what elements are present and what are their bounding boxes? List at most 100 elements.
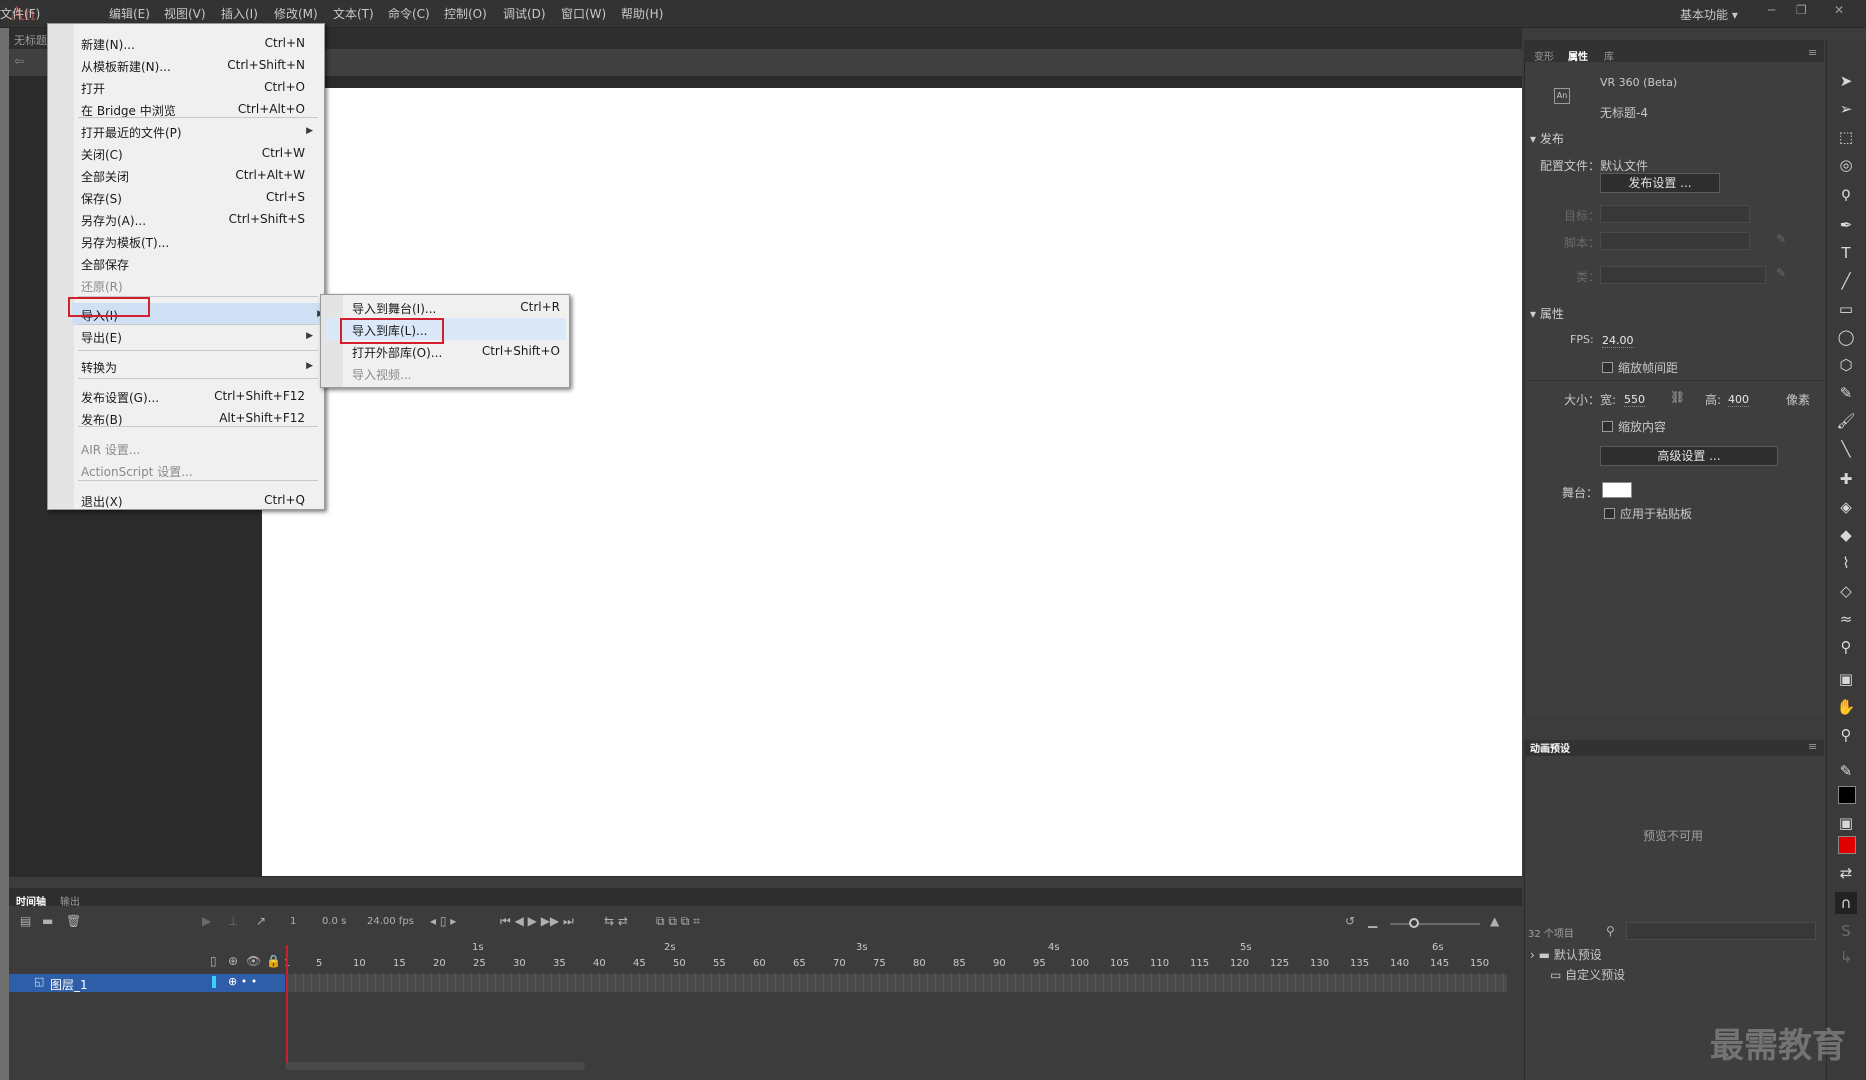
file-menu-item[interactable]: 从模板新建(N)... Ctrl+Shift+N [81,54,311,76]
panel-menu-icon[interactable]: ≡ [1808,740,1817,753]
undo-view-icon[interactable]: ↺ [1345,914,1355,928]
lock-icon[interactable]: 🔒 [266,954,281,968]
tab-properties[interactable]: 属性 [1568,48,1588,63]
camera-icon[interactable]: ▶ [202,914,211,928]
fill-color-swatch[interactable] [1838,836,1856,854]
eyedropper-tool-icon[interactable]: ⌇ [1835,552,1857,574]
playback-controls[interactable]: ⏮ ◀ ▶ ▶▶ ⏭ [500,914,574,929]
swap-colors-icon[interactable]: ⇄ [1835,862,1857,884]
ink-bottle-tool-icon[interactable]: ◆ [1835,524,1857,546]
width-tool-icon[interactable]: ≈ [1835,608,1857,630]
polystar-tool-icon[interactable]: ⬡ [1835,354,1857,376]
menu-commands[interactable]: 命令(C) [388,5,430,22]
file-menu-item[interactable]: 新建(N)... Ctrl+N [81,32,311,54]
preset-folder-default[interactable]: › ▬ 默认预设 [1530,946,1602,963]
file-menu-item[interactable]: 导出(E) ▶ [81,325,313,347]
scale-content-checkbox[interactable] [1602,421,1613,432]
layer-color-marker[interactable] [212,976,216,988]
script-select[interactable] [1600,232,1750,250]
menu-window[interactable]: 窗口(W) [561,5,606,22]
delete-icon[interactable]: 🗑 [66,914,81,928]
file-menu-item[interactable]: 另存为(A)... Ctrl+Shift+S [81,208,311,230]
menu-insert[interactable]: 插入(I) [221,5,258,22]
zoom-slider-track[interactable] [1390,923,1480,925]
timeline-scrollbar[interactable] [285,1062,585,1070]
publish-settings-button[interactable]: 发布设置 ... [1600,173,1720,193]
file-menu-item[interactable]: 转换为 ▶ [81,355,313,377]
eraser-tool-icon[interactable]: ◇ [1835,580,1857,602]
advanced-layer-icon[interactable]: ⊕ [228,954,238,968]
playhead[interactable] [286,945,288,1065]
current-time[interactable]: 0.0 s [322,916,346,927]
file-menu-item[interactable]: AIR 设置... [81,437,311,459]
paint-brush-tool-icon[interactable]: 🖌 [1835,410,1857,432]
file-menu-item[interactable]: 还原(R) [81,274,311,296]
lasso-tool-icon[interactable]: ϙ [1835,182,1857,204]
file-menu-item[interactable]: 打开最近的文件(P) ▶ [81,120,313,142]
stage-canvas[interactable] [262,88,1522,876]
hand-tool-icon[interactable]: ✋ [1835,696,1857,718]
stage-color-swatch[interactable] [1602,482,1632,498]
import-submenu-item[interactable]: 导入到舞台(I)... Ctrl+R [352,296,560,318]
selection-tool-icon[interactable]: ➤ [1835,70,1857,92]
presets-search-input[interactable] [1626,922,1816,940]
zoom-tool-icon[interactable]: ⚲ [1835,724,1857,746]
import-submenu-item[interactable]: 导入视频... [352,362,560,384]
pencil-icon[interactable]: ✎ [1776,266,1786,280]
zoom-in-icon[interactable]: ▲ [1490,914,1499,928]
layer-visibility-dots[interactable]: ⊕ • • [228,975,257,988]
fps-value[interactable]: 24.00 [1602,334,1634,348]
center-frame-icon[interactable]: ◂ ▯ ▸ [430,914,456,928]
publish-section-header[interactable]: ▾ 发布 [1530,130,1564,147]
pin-tool-icon[interactable]: ⚲ [1835,636,1857,658]
new-layer-icon[interactable]: ▤ [20,914,31,928]
new-folder-icon[interactable]: ▬ [42,914,53,928]
eye-icon[interactable]: 👁 [246,954,261,968]
file-menu-item[interactable]: 发布设置(G)... Ctrl+Shift+F12 [81,385,311,407]
rectangle-tool-icon[interactable]: ▭ [1835,298,1857,320]
stroke-color-icon[interactable]: ✎ [1835,760,1857,782]
zoom-slider-thumb[interactable] [1409,918,1419,928]
wrench-icon[interactable]: ✎ [1776,232,1786,246]
paint-bucket-tool-icon[interactable]: ◈ [1835,496,1857,518]
frames-row[interactable] [287,974,1507,992]
menu-file[interactable]: 文件(F) [0,5,40,22]
parent-view-icon[interactable]: ⊥ [228,914,238,928]
line-tool-icon[interactable]: ╱ [1835,270,1857,292]
class-input[interactable] [1600,266,1766,284]
close-button[interactable]: ✕ [1834,3,1844,17]
smooth-icon[interactable]: S [1835,920,1857,942]
file-menu-item[interactable]: 关闭(C) Ctrl+W [81,142,311,164]
frame-rate[interactable]: 24.00 fps [367,916,414,927]
file-menu-item[interactable]: 退出(X) Ctrl+Q [81,489,311,511]
tab-motion-presets[interactable]: 动画预设 [1530,740,1570,755]
bone-tool-icon[interactable]: ✚ [1835,468,1857,490]
current-frame[interactable]: 1 [290,916,296,927]
width-value[interactable]: 550 [1624,393,1645,407]
menu-control[interactable]: 控制(O) [444,5,487,22]
tab-transform[interactable]: 变形 [1534,48,1554,63]
tab-library[interactable]: 库 [1604,48,1614,63]
stroke-color-swatch[interactable] [1838,786,1856,804]
minimize-button[interactable]: ─ [1768,3,1775,17]
menu-edit[interactable]: 编辑(E) [109,5,150,22]
file-menu-item[interactable]: 打开 Ctrl+O [81,76,311,98]
loop-icon[interactable]: ⇆ ⇄ [604,914,628,928]
target-select[interactable] [1600,205,1750,223]
subselection-tool-icon[interactable]: ➢ [1835,98,1857,120]
link-icon[interactable]: ⛓ [1670,390,1685,404]
3d-rotation-tool-icon[interactable]: ◎ [1835,154,1857,176]
apply-pasteboard-checkbox[interactable] [1604,508,1615,519]
straighten-icon[interactable]: ↳ [1835,946,1857,968]
camera-tool-icon[interactable]: ▣ [1835,668,1857,690]
pencil-tool-icon[interactable]: ✎ [1835,382,1857,404]
layer-name[interactable]: 图层_1 [50,976,88,993]
height-value[interactable]: 400 [1728,393,1749,407]
brush-tool-icon[interactable]: ╲ [1835,438,1857,460]
file-menu-item[interactable]: ActionScript 设置... [81,459,311,481]
fill-color-icon[interactable]: ▣ [1835,812,1857,834]
menu-text[interactable]: 文本(T) [333,5,374,22]
graph-icon[interactable]: ↗ [256,914,266,928]
file-menu-item[interactable]: 另存为模板(T)... [81,230,311,252]
preset-folder-custom[interactable]: ▭ 自定义预设 [1550,966,1625,983]
